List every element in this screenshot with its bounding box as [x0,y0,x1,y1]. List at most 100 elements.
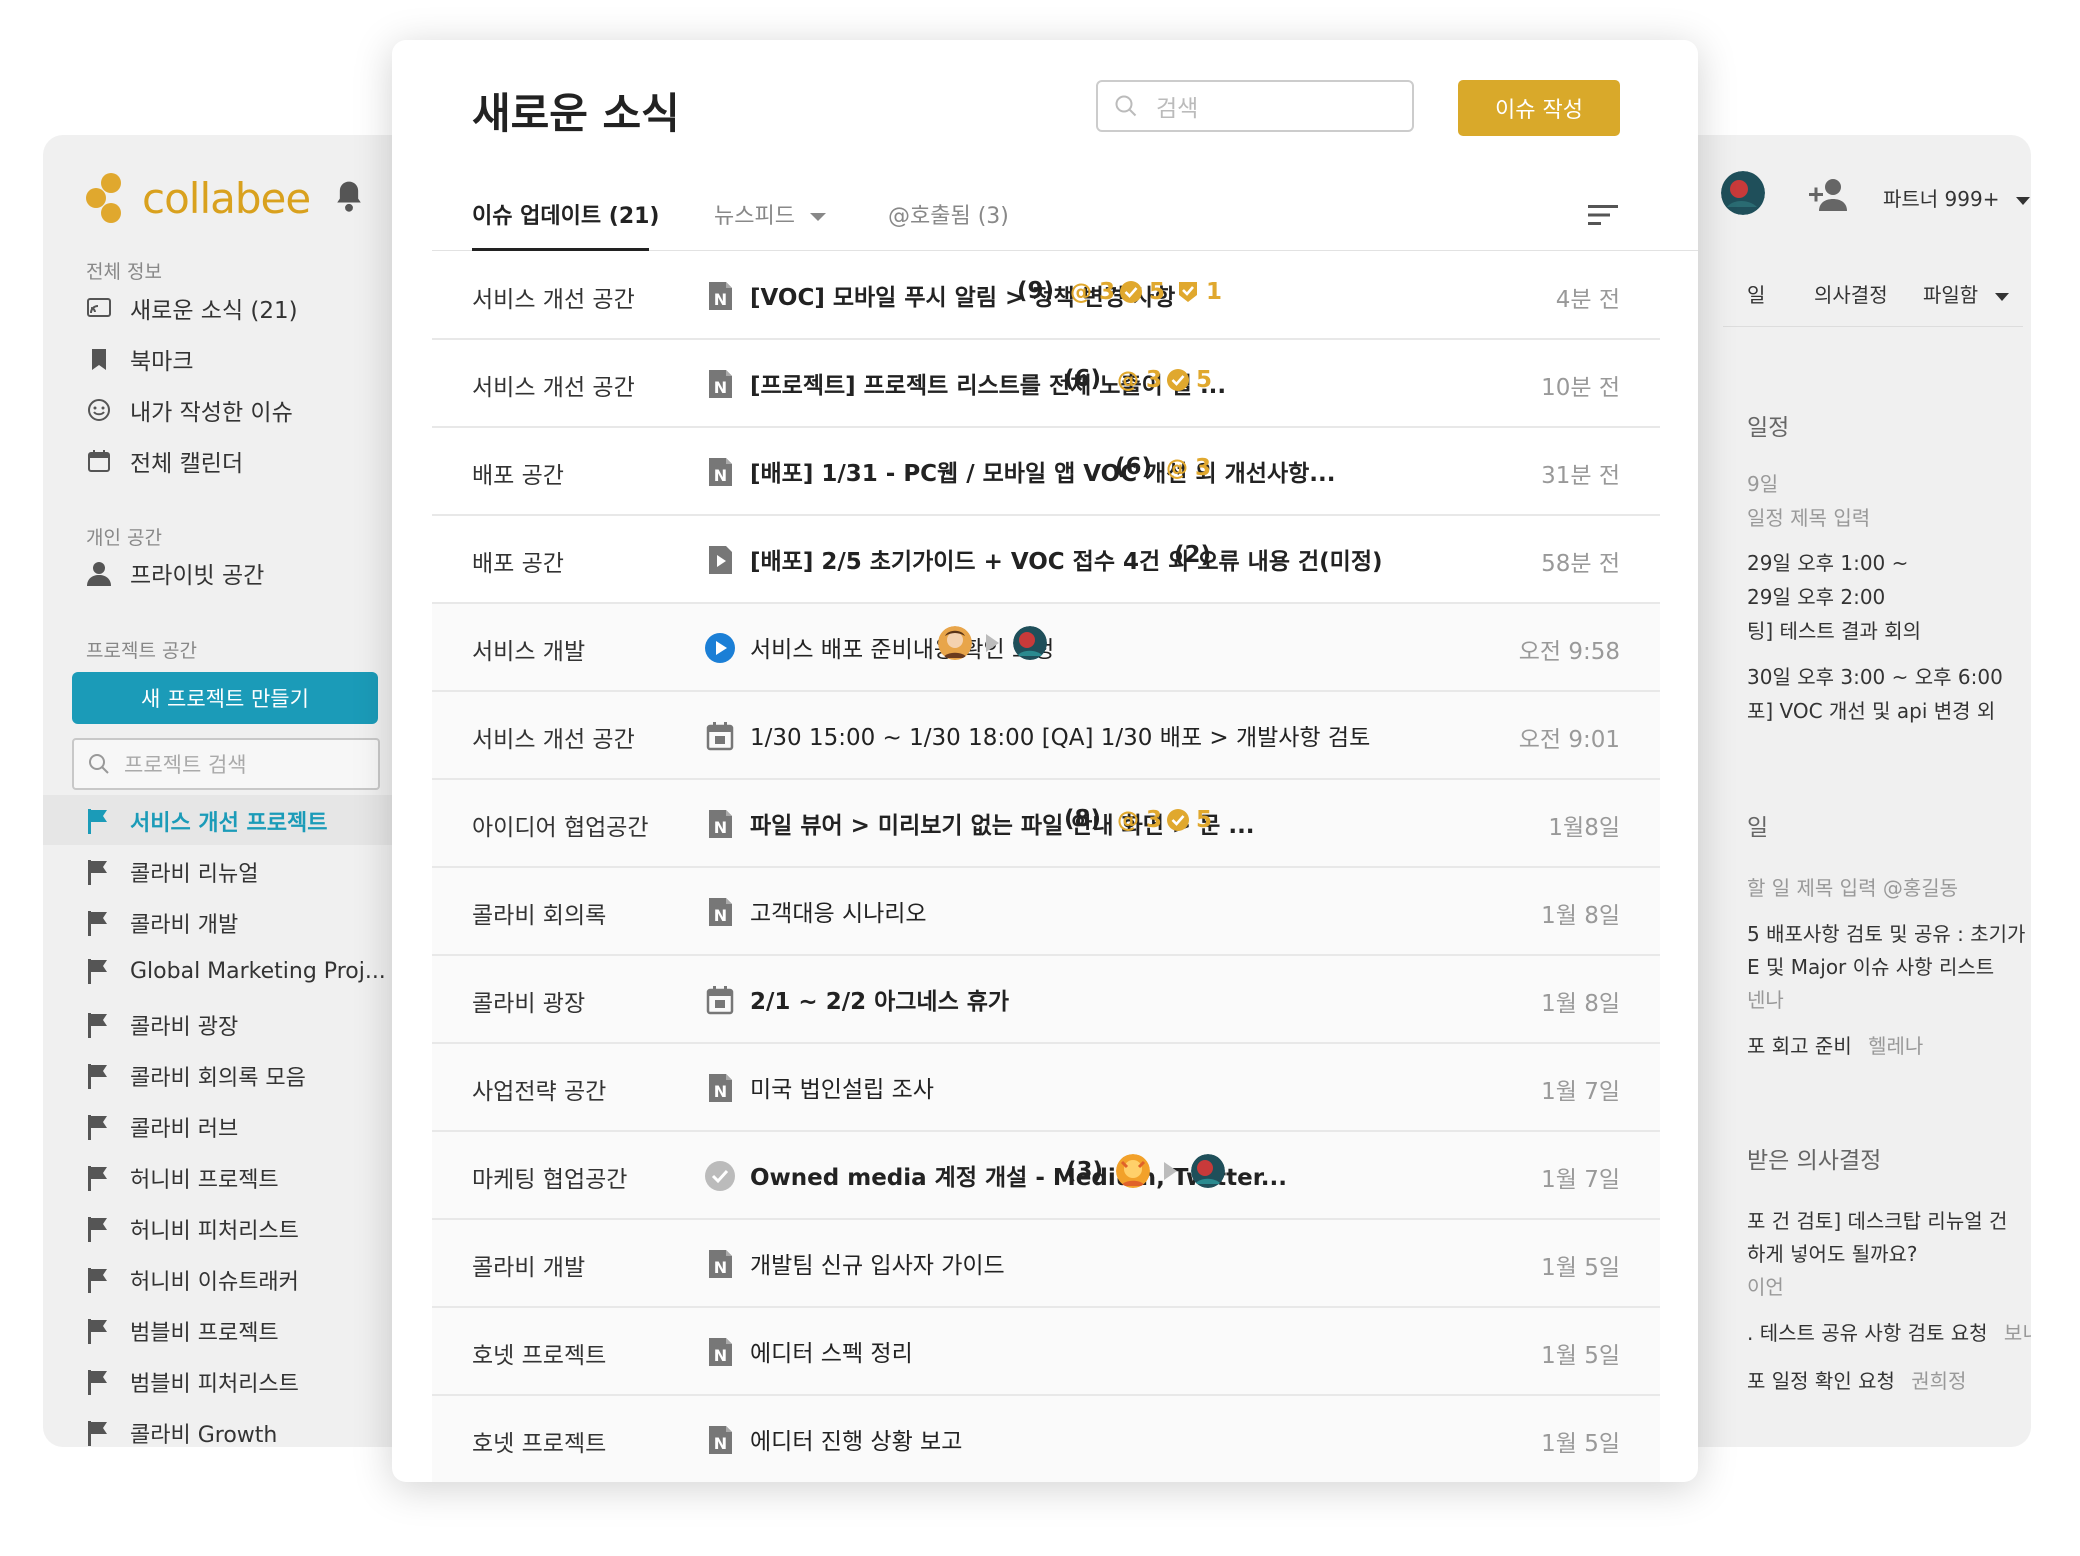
issue-row[interactable]: 서비스 개선 공간 N [VOC] 모바일 푸시 알림 > 정책 변경 사항 (9) @… [432,252,1660,340]
approval-count: 5 [1149,279,1166,305]
sidebar-item-my-issues[interactable]: 내가 작성한 이슈 [86,393,293,427]
schedule-line[interactable]: 팅] 테스트 결과 회의 [1747,615,1921,644]
issue-row[interactable]: 콜라비 광장 2/1 ~ 2/2 아그네스 휴가 1월 8일 [432,956,1660,1044]
search-input[interactable]: 검색 [1096,80,1414,132]
new-project-button[interactable]: 새 프로젝트 만들기 [72,672,378,724]
issue-row[interactable]: 서비스 개선 공간 1/30 15:00 ~ 1/30 18:00 [QA] 1/… [432,692,1660,780]
decision-line[interactable]: 포 건 검토] 데스크탑 리뉴얼 건 [1747,1205,2007,1234]
avatar [1116,1154,1150,1188]
tab-files[interactable]: 파일함 [1923,279,2009,308]
logo-text: collabee [142,173,311,223]
issue-row[interactable]: 사업전략 공간 N 미국 법인설립 조사 1월 7일 [432,1044,1660,1132]
flag-icon [88,1115,107,1140]
sidebar-project-item[interactable]: 콜라비 리뉴얼 [86,856,258,888]
comment-count: (6) [1064,366,1102,392]
issue-space: 서비스 개선 공간 [472,375,635,401]
tab-task[interactable]: 일 [1747,279,1765,308]
decision-item-label: 포 일정 확인 요청 [1747,1369,1895,1393]
sidebar-project-item[interactable]: 범블비 프로젝트 [86,1315,279,1347]
issue-title: 2/1 ~ 2/2 아그네스 휴가 [750,989,1010,1015]
document-play-icon [709,546,732,574]
sidebar-project-label: 콜라비 러브 [130,1117,239,1142]
todo-line[interactable]: 5 배포사항 검토 및 공유 : 초기가 [1747,918,2025,947]
issue-row[interactable]: 콜라비 개발 N 개발팀 신규 입사자 가이드 1월 5일 [432,1220,1660,1308]
collabee-logo[interactable]: collabee [86,173,311,223]
sidebar-project-item[interactable]: 서비스 개선 프로젝트 [86,805,327,837]
sidebar-project-item[interactable]: 허니비 피처리스트 [86,1213,299,1245]
decision-item[interactable]: . 테스트 공유 사항 검토 요청 보니 [1747,1317,2031,1346]
todo-title-input[interactable]: 할 일 제목 입력 @홍길동 [1747,872,1958,901]
sidebar-project-item[interactable]: 콜라비 러브 [86,1111,238,1143]
svg-text:N: N [714,1258,727,1277]
issue-time: 1월 8일 [1541,903,1620,929]
decision-badge: 1 [1176,279,1222,305]
issue-title: [배포] 1/31 - PC웹 / 모바일 앱 VOC 개선 외 개선사항... [750,461,1336,487]
todo-line: 넨나 [1747,988,1784,1012]
todo-retro[interactable]: 포 회고 준비 헬레나 [1747,1030,1923,1059]
issue-space: 서비스 개발 [472,639,586,665]
logo-mark-icon [86,173,136,223]
bell-icon[interactable] [333,179,365,213]
sidebar-project-item[interactable]: Global Marketing Proj... [86,958,386,984]
add-user-icon[interactable] [1807,177,1851,213]
sort-icon[interactable] [1588,204,1618,226]
note-icon: N [709,810,732,838]
schedule-line[interactable]: 포] VOC 개선 및 api 변경 외 [1747,695,1995,724]
schedule-title-input[interactable]: 일정 제목 입력 [1747,502,1870,531]
mention-badge: @3 [1116,367,1162,393]
todo-line: E 및 Major 이슈 사항 리스트 [1747,955,1995,979]
decision-item[interactable]: 포 일정 확인 요청 권희정 [1747,1365,1966,1394]
issue-row[interactable]: 배포 공간 [배포] 2/5 초기가이드 + VOC 접수 4건 외 오류 내용 … [432,516,1660,604]
issue-title: 에디터 진행 상황 보고 [750,1429,963,1455]
issue-time: 1월 5일 [1541,1431,1620,1457]
sidebar-project-item[interactable]: 콜라비 회의록 모음 [86,1060,306,1092]
sidebar-project-item[interactable]: 콜라비 광장 [86,1009,238,1041]
calendar-icon [706,722,734,751]
person-icon [87,562,111,586]
sidebar-project-item[interactable]: 콜라비 Growth [86,1417,277,1447]
sidebar-item-private[interactable]: 프라이빗 공간 [86,556,264,590]
issue-row[interactable]: 호넷 프로젝트 N 에디터 스펙 정리 1월 5일 [432,1308,1660,1396]
tab-issue-updates[interactable]: 이슈 업데이트 (21) [472,198,659,230]
sidebar-item-bookmark[interactable]: 북마크 [86,342,193,376]
issue-time: 오전 9:58 [1518,639,1620,665]
issue-row[interactable]: 콜라비 회의록 N 고객대응 시나리오 1월 8일 [432,868,1660,956]
note-icon: N [709,1250,732,1278]
flag-icon [88,1370,107,1395]
sidebar-item-label: 새로운 소식 (21) [130,298,298,324]
sidebar-project-label: 서비스 개선 프로젝트 [130,811,328,836]
sidebar-project-label: 콜라비 리뉴얼 [130,862,259,887]
issue-row[interactable]: 아이디어 협업공간 N 파일 뷰어 > 미리보기 없는 파일 안내 화면 > 문 .… [432,780,1660,868]
todo-heading: 일 [1747,815,1769,841]
issue-time: 1월 5일 [1541,1255,1620,1281]
partner-dropdown[interactable]: 파트너 999+ [1883,183,2030,212]
note-icon: N [709,1074,732,1102]
news-panel: 새로운 소식 검색 이슈 작성 이슈 업데이트 (21) 뉴스피드 @호출됨 (… [392,40,1698,1482]
issue-row[interactable]: 서비스 개발 서비스 배포 준비내용 확인 요청 오전 9:58 [432,604,1660,692]
issue-space: 사업전략 공간 [472,1079,607,1105]
issue-space: 콜라비 개발 [472,1255,586,1281]
project-search-input[interactable]: 프로젝트 검색 [72,738,380,790]
active-tab-indicator [472,248,649,251]
tab-mentioned[interactable]: @호출됨 (3) [888,198,1009,230]
sidebar-project-item[interactable]: 범블비 피처리스트 [86,1366,299,1398]
decision-heading: 받은 의사결정 [1747,1148,1882,1174]
sidebar-project-item[interactable]: 허니비 이슈트래커 [86,1264,299,1296]
sidebar-project-label: 범블비 프로젝트 [130,1321,279,1346]
issue-row[interactable]: 배포 공간 N [배포] 1/31 - PC웹 / 모바일 앱 VOC 개선 외 개… [432,428,1660,516]
issue-row[interactable]: 서비스 개선 공간 N [프로젝트] 프로젝트 리스트를 전체 노출이 필 ...(… [432,340,1660,428]
sidebar-project-item[interactable]: 허니비 프로젝트 [86,1162,279,1194]
create-issue-button[interactable]: 이슈 작성 [1458,80,1620,136]
sidebar-item-news[interactable]: 새로운 소식 (21) [86,291,298,325]
user-avatar[interactable] [1721,171,1765,215]
sidebar-project-item[interactable]: 콜라비 개발 [86,907,238,939]
tab-decision[interactable]: 의사결정 [1814,279,1888,308]
issue-row[interactable]: 호넷 프로젝트 N 에디터 진행 상황 보고 1월 5일 [432,1396,1660,1482]
schedule-line: 29일 오후 1:00 ~ [1747,551,1909,575]
tab-newsfeed[interactable]: 뉴스피드 [714,198,826,230]
arrow-right-icon [986,634,999,652]
approval-count: 5 [1196,367,1213,393]
issue-row[interactable]: 마케팅 협업공간 Owned media 계정 개설 - Medium, Twit… [432,1132,1660,1220]
sidebar-item-calendar[interactable]: 전체 캘린더 [86,444,243,478]
chevron-down-icon [809,213,826,221]
